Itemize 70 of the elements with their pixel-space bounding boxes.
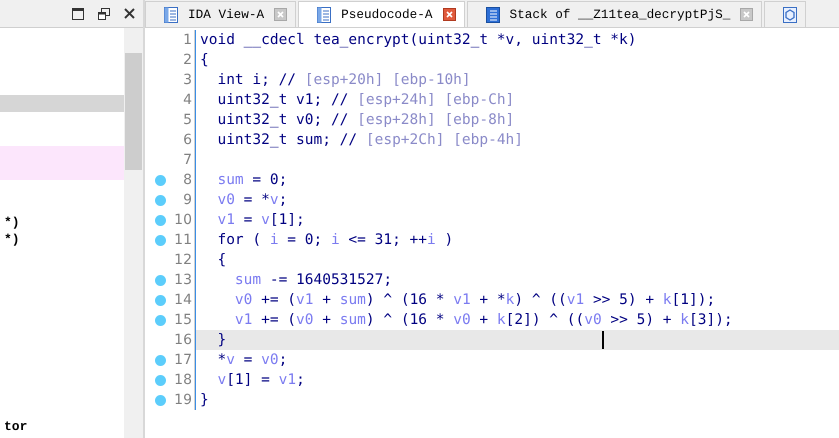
line-number: 4 xyxy=(183,92,192,108)
tab[interactable] xyxy=(764,1,806,27)
scrollbar[interactable] xyxy=(124,28,143,438)
line-number: 1 xyxy=(183,32,192,48)
code-line: } xyxy=(195,330,226,350)
code-line: { xyxy=(195,250,226,270)
code-line: uint32_t v1; // [esp+24h] [ebp-Ch] xyxy=(195,90,514,110)
breakpoint-dot[interactable] xyxy=(155,274,166,286)
line-number: 5 xyxy=(183,112,192,128)
line-number: 17 xyxy=(174,352,192,368)
code-line: sum -= 1640531527; xyxy=(195,270,392,290)
row-text: *) xyxy=(4,232,20,247)
breakpoint-dot[interactable] xyxy=(155,394,166,406)
line-number: 19 xyxy=(174,392,192,408)
code-line: v0 = *v; xyxy=(195,190,288,210)
maximize-icon[interactable] xyxy=(72,8,84,20)
document-icon xyxy=(164,6,178,22)
line-number: 9 xyxy=(183,192,192,208)
line-number: 12 xyxy=(174,252,192,268)
code-line: v1 = v[1]; xyxy=(195,210,305,230)
code-line: *v = v0; xyxy=(195,350,288,370)
line-number: 6 xyxy=(183,132,192,148)
breakpoint-dot[interactable] xyxy=(155,214,166,226)
line-number: 15 xyxy=(174,312,192,328)
tab[interactable]: IDA View-A xyxy=(145,1,296,27)
restore-icon[interactable] xyxy=(98,8,110,20)
code-line: sum = 0; xyxy=(195,170,288,190)
text-cursor xyxy=(602,331,604,349)
tab-label: Pseudocode-A xyxy=(341,7,433,22)
highlighted-row[interactable] xyxy=(0,95,124,112)
highlighted-row[interactable] xyxy=(0,146,124,163)
code-line: void __cdecl tea_encrypt(uint32_t *v, uint32_t *k) xyxy=(195,30,636,50)
row-text: tor xyxy=(4,419,28,434)
breakpoint-dot[interactable] xyxy=(155,354,166,366)
breakpoint-dot[interactable] xyxy=(155,194,166,206)
code-line: uint32_t sum; // [esp+2Ch] [ebp-4h] xyxy=(195,130,524,150)
breakpoint-dot[interactable] xyxy=(155,314,166,326)
breakpoint-dot[interactable] xyxy=(155,374,166,386)
code-line: v[1] = v1; xyxy=(195,370,305,390)
highlighted-row[interactable] xyxy=(0,163,124,180)
line-number: 16 xyxy=(174,332,192,348)
line-number: 11 xyxy=(174,232,192,248)
close-icon[interactable] xyxy=(124,8,135,19)
line-number: 13 xyxy=(174,272,192,288)
line-number: 18 xyxy=(174,372,192,388)
code-line: } xyxy=(195,390,209,410)
breakpoint-dot[interactable] xyxy=(155,234,166,246)
line-number: 10 xyxy=(174,212,192,228)
tab-label: IDA View-A xyxy=(188,7,264,22)
line-number: 7 xyxy=(183,152,192,168)
tab[interactable]: Stack of __Z11tea_decryptPjS_ xyxy=(466,1,762,27)
hexagon-icon xyxy=(783,6,798,22)
code-line: int i; // [esp+20h] [ebp-10h] xyxy=(195,70,471,90)
breakpoint-dot[interactable] xyxy=(155,294,166,306)
stack-icon xyxy=(486,6,500,22)
scrollbar-thumb[interactable] xyxy=(125,53,142,170)
breakpoint-dot[interactable] xyxy=(155,174,166,186)
row-text: *) xyxy=(4,215,20,230)
line-number: 14 xyxy=(174,292,192,308)
line-number: 8 xyxy=(183,172,192,188)
line-number: 3 xyxy=(183,72,192,88)
code-line: { xyxy=(195,50,209,70)
line-number: 2 xyxy=(183,52,192,68)
close-icon[interactable] xyxy=(442,8,456,21)
code-line: v0 += (v1 + sum) ^ (16 * v1 + *k) ^ ((v1 >> 5) + k[1]); xyxy=(195,290,716,310)
tab-label: Stack of __Z11tea_decryptPjS_ xyxy=(510,7,730,22)
code-line: uint32_t v0; // [esp+28h] [ebp-8h] xyxy=(195,110,514,130)
code-line: for ( i = 0; i <= 31; ++i ) xyxy=(195,230,454,250)
document-icon xyxy=(317,6,332,22)
tab[interactable]: Pseudocode-A xyxy=(298,1,465,27)
